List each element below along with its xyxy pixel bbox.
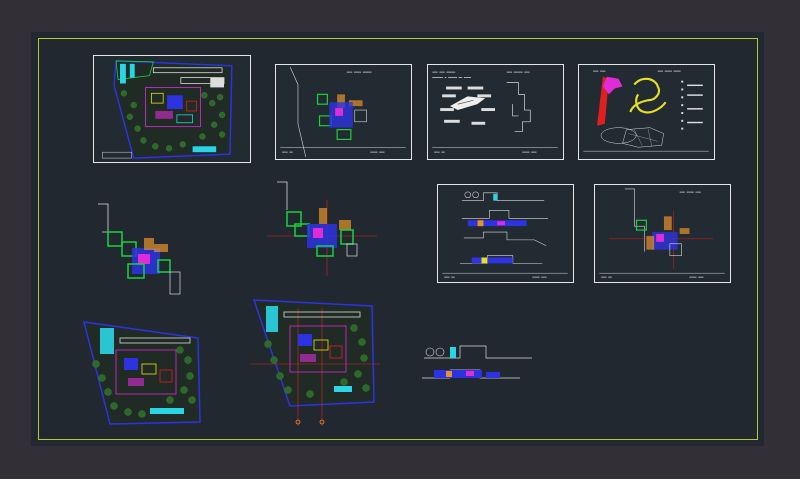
svg-text:▬▬▬▬ ▬▬▬: ▬▬▬▬ ▬▬▬ bbox=[532, 275, 546, 279]
plan-drawing-b[interactable] bbox=[265, 180, 380, 280]
sheet-title-block: ▬▬▬ ▬▬▬▬ ▬▬▬▬▬ bbox=[347, 70, 372, 74]
cad-model-space[interactable]: ▬▬▬ ▬▬▬▬ ▬▬▬▬▬ ▬▬▬ ▬▬ ▬▬▬▬ ▬▬▬ ▬▬▬ ▬▬▬ ▬… bbox=[0, 0, 800, 479]
site-plan-drawing-a[interactable] bbox=[80, 320, 205, 425]
floor-plan-grid-drawing: ▬▬▬ ▬▬▬▬ ▬▬▬ ▬▬▬ ▬▬ ▬▬▬▬ ▬▬▬ bbox=[599, 188, 725, 279]
sheet-location-map[interactable]: ▬▬▬ ▬▬▬ ▬▬▬ ▬▬▬▬ ▬▬▬▬ bbox=[578, 64, 715, 160]
sheet-title-block: ▬▬▬ ▬▬▬▬ ▬▬▬ bbox=[680, 190, 701, 194]
sheet-elevations[interactable]: ▬▬▬ ▬▬ ▬▬▬▬ ▬▬▬ bbox=[437, 184, 574, 283]
elevation-drawing-a[interactable] bbox=[420, 338, 536, 384]
sheet-title-block: ▬▬▬ ▬▬ bbox=[444, 275, 455, 279]
svg-text:▬▬▬▬ ▬▬▬: ▬▬▬▬ ▬▬▬ bbox=[689, 275, 703, 279]
svg-text:▬▬▬▬ ▬▬▬: ▬▬▬▬ ▬▬▬ bbox=[522, 150, 536, 154]
svg-text:▬▬▬▬ ▬▬▬: ▬▬▬▬ ▬▬▬ bbox=[370, 150, 384, 154]
sheet-floor-plan[interactable]: ▬▬▬ ▬▬▬▬ ▬▬▬▬▬ ▬▬▬ ▬▬ ▬▬▬▬ ▬▬▬ bbox=[275, 64, 412, 160]
sheet-title-block: ▬▬▬ ▬▬▬ ▬▬▬▬▬ bbox=[432, 70, 455, 74]
svg-text:▬▬▬▬▬▬ ▬ ▬▬▬▬▬ ▬▬ ▬▬▬▬: ▬▬▬▬▬▬ ▬ ▬▬▬▬▬ ▬▬ ▬▬▬▬ bbox=[432, 76, 471, 80]
svg-text:▬▬▬ ▬▬▬▬ ▬▬▬▬: ▬▬▬ ▬▬▬▬ ▬▬▬▬ bbox=[658, 69, 681, 73]
site-plan-drawing bbox=[102, 60, 233, 159]
site-plan-drawing-b[interactable] bbox=[250, 298, 380, 428]
concept-drawing: ▬▬▬ ▬▬▬ ▬▬▬▬▬ ▬▬▬▬▬▬ ▬ ▬▬▬▬▬ ▬▬ ▬▬▬▬ ▬▬▬… bbox=[432, 70, 558, 154]
svg-text:▬▬▬ ▬▬: ▬▬▬ ▬▬ bbox=[282, 150, 293, 154]
svg-text:▬▬▬ ▬▬: ▬▬▬ ▬▬ bbox=[601, 275, 612, 279]
sheet-title-block: ▬▬▬ ▬▬▬ bbox=[593, 69, 606, 73]
sheet-concept[interactable]: ▬▬▬ ▬▬▬ ▬▬▬▬▬ ▬▬▬▬▬▬ ▬ ▬▬▬▬▬ ▬▬ ▬▬▬▬ ▬▬▬… bbox=[427, 64, 564, 160]
sheet-floor-plan-grid[interactable]: ▬▬▬ ▬▬▬▬ ▬▬▬ ▬▬▬ ▬▬ ▬▬▬▬ ▬▬▬ bbox=[594, 184, 731, 283]
location-map-drawing: ▬▬▬ ▬▬▬ ▬▬▬ ▬▬▬▬ ▬▬▬▬ bbox=[583, 69, 709, 152]
sheet-site-plan[interactable] bbox=[93, 55, 251, 163]
svg-text:▬▬▬ ▬▬: ▬▬▬ ▬▬ bbox=[434, 150, 445, 154]
elevations-drawing: ▬▬▬ ▬▬ ▬▬▬▬ ▬▬▬ bbox=[442, 191, 568, 279]
svg-text:▬▬▬ ▬▬▬▬▬ ▬▬▬: ▬▬▬ ▬▬▬▬▬ ▬▬▬ bbox=[507, 70, 530, 74]
plan-drawing-a[interactable] bbox=[92, 200, 192, 300]
floor-plan-drawing: ▬▬▬ ▬▬▬▬ ▬▬▬▬▬ ▬▬▬ ▬▬ ▬▬▬▬ ▬▬▬ bbox=[280, 66, 406, 158]
